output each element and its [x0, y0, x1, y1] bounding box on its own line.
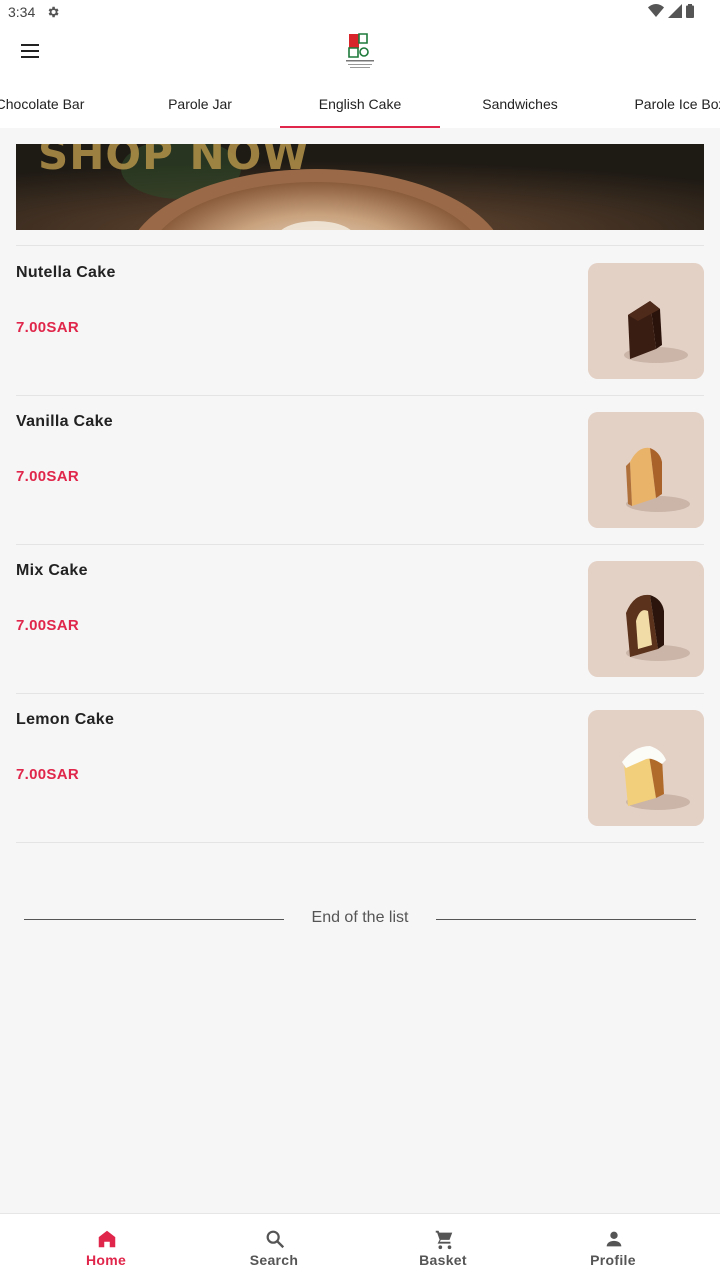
hamburger-menu-icon: [21, 44, 39, 46]
tab-chocolate-bar[interactable]: Chocolate Bar: [0, 80, 120, 128]
product-item-vanilla-cake[interactable]: Vanilla Cake 7.00SAR: [16, 395, 704, 544]
signal-icon: [668, 4, 682, 18]
status-icons: [648, 4, 694, 18]
product-name: Nutella Cake: [16, 264, 116, 281]
nav-label: Profile: [590, 1252, 636, 1268]
end-of-list-label: End of the list: [311, 909, 409, 926]
product-name: Mix Cake: [16, 562, 88, 579]
bottom-navigation: Home Search Basket Profile: [0, 1213, 720, 1280]
tab-parole-ice-box[interactable]: Parole Ice Box: [600, 80, 720, 128]
product-price: 7.00SAR: [16, 617, 79, 634]
divider: [436, 919, 696, 920]
product-image: [588, 561, 704, 677]
product-item-lemon-cake[interactable]: Lemon Cake 7.00SAR: [16, 693, 704, 842]
product-price: 7.00SAR: [16, 468, 79, 485]
menu-button[interactable]: [18, 40, 46, 64]
nav-label: Home: [85, 1252, 127, 1268]
status-bar: 3:34: [0, 0, 720, 24]
tab-sandwiches[interactable]: Sandwiches: [440, 80, 600, 128]
product-item-nutella-cake[interactable]: Nutella Cake 7.00SAR: [16, 246, 704, 395]
product-price: 7.00SAR: [16, 319, 79, 336]
product-image: [588, 263, 704, 379]
divider: [16, 842, 704, 843]
category-tabs: Chocolate Bar Parole Jar English Cake Sa…: [0, 80, 720, 128]
nav-basket[interactable]: Basket: [353, 1214, 533, 1280]
settings-icon: [48, 6, 59, 18]
nav-profile[interactable]: Profile: [523, 1214, 703, 1280]
parole-logo: [346, 33, 374, 68]
tab-english-cake[interactable]: English Cake: [280, 80, 440, 128]
promo-banner[interactable]: SHOP NOW: [16, 144, 704, 230]
nav-label: Search: [249, 1252, 299, 1268]
end-of-list: End of the list: [24, 905, 696, 933]
tab-parole-jar[interactable]: Parole Jar: [120, 80, 280, 128]
banner-text: SHOP NOW: [38, 144, 310, 179]
product-price: 7.00SAR: [16, 766, 79, 783]
product-image: [588, 412, 704, 528]
nav-home[interactable]: Home: [16, 1214, 196, 1280]
person-icon: [606, 1231, 622, 1247]
status-time: 3:34: [8, 4, 36, 20]
product-image: [588, 710, 704, 826]
battery-icon: [686, 4, 694, 18]
product-item-mix-cake[interactable]: Mix Cake 7.00SAR: [16, 544, 704, 693]
home-icon: [98, 1230, 116, 1248]
product-name: Lemon Cake: [16, 711, 115, 728]
search-icon: [266, 1230, 285, 1249]
app-bar: [0, 24, 720, 80]
nav-label: Basket: [419, 1252, 467, 1268]
wifi-icon: [648, 4, 664, 17]
product-name: Vanilla Cake: [16, 413, 113, 430]
nav-search[interactable]: Search: [184, 1214, 364, 1280]
cart-icon: [435, 1230, 453, 1250]
